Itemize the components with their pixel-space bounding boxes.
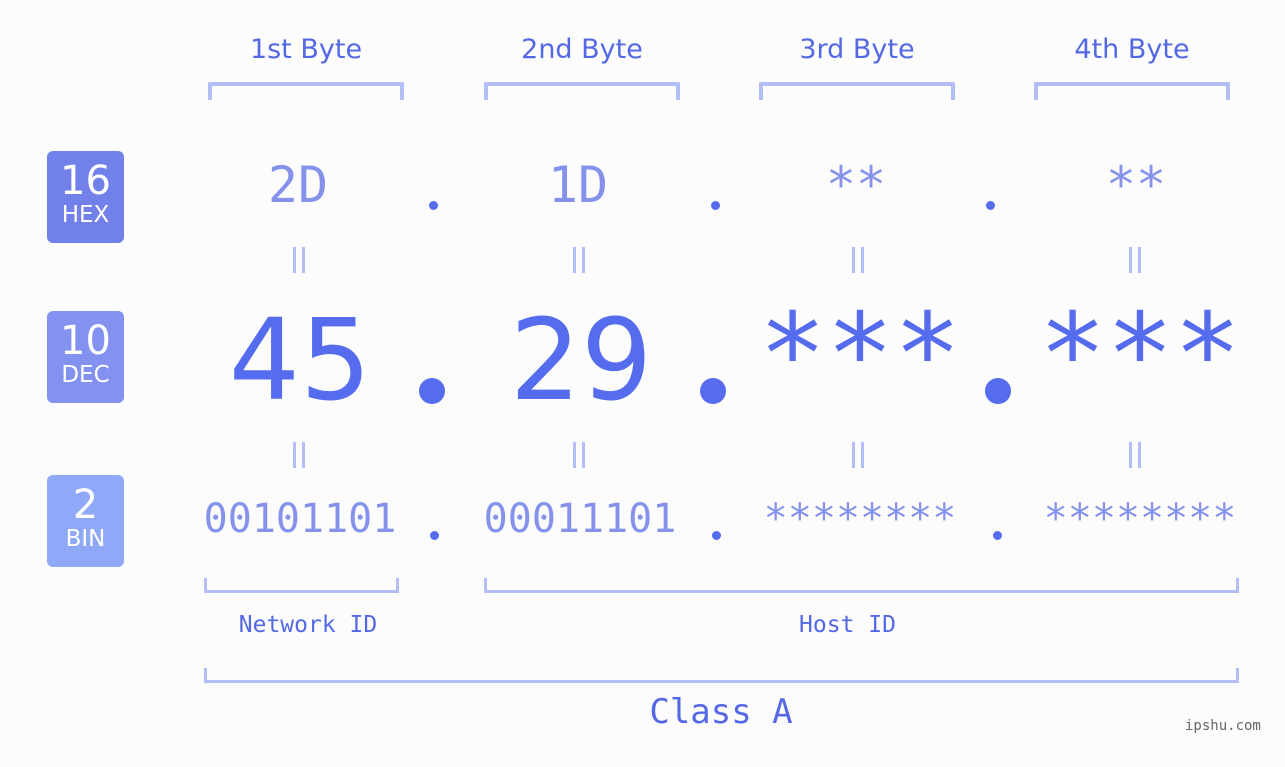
- network-id-label: Network ID: [238, 612, 378, 638]
- bin-byte-3: ********: [763, 496, 957, 542]
- equals-icon: [292, 442, 306, 468]
- dec-byte-3: ***: [758, 290, 962, 420]
- equals-icon: [1128, 247, 1142, 273]
- equals-icon: [572, 442, 586, 468]
- equals-icon: [1128, 442, 1142, 468]
- bin-byte-2: 00011101: [483, 496, 677, 542]
- equals-icon: [572, 247, 586, 273]
- bracket-byte-1: [208, 82, 404, 100]
- bin-dot-2: [712, 531, 721, 540]
- bracket-byte-3: [759, 82, 955, 100]
- watermark: ipshu.com: [1185, 718, 1261, 734]
- class-bracket: [204, 668, 1239, 683]
- bin-dot-3: [993, 531, 1002, 540]
- hex-dot-2: [711, 201, 720, 210]
- badge-hex-number: 16: [60, 158, 111, 204]
- dec-dot-2: [700, 378, 726, 404]
- bin-byte-1: 00101101: [203, 496, 397, 542]
- dec-byte-1: 45: [228, 296, 372, 426]
- host-id-bracket: [484, 578, 1239, 593]
- badge-bin-number: 2: [72, 482, 99, 528]
- host-id-label: Host ID: [799, 612, 896, 638]
- badge-bin: 2 BIN: [47, 475, 124, 567]
- hex-byte-3: **: [825, 156, 887, 214]
- network-id-bracket: [204, 578, 399, 593]
- dec-dot-1: [419, 378, 445, 404]
- badge-dec: 10 DEC: [47, 311, 124, 403]
- hex-byte-2: 1D: [547, 156, 609, 214]
- hex-byte-4: **: [1105, 156, 1167, 214]
- class-label: Class A: [649, 692, 793, 732]
- dec-dot-3: [985, 378, 1011, 404]
- equals-icon: [851, 442, 865, 468]
- badge-hex: 16 HEX: [47, 151, 124, 243]
- equals-icon: [851, 247, 865, 273]
- badge-bin-label: BIN: [65, 526, 106, 552]
- hex-byte-1: 2D: [267, 156, 329, 214]
- hex-dot-1: [429, 201, 438, 210]
- bin-dot-1: [430, 531, 439, 540]
- bracket-byte-4: [1034, 82, 1230, 100]
- header-byte-3: 3rd Byte: [799, 34, 915, 65]
- dec-byte-4: ***: [1038, 290, 1242, 420]
- bin-byte-4: ********: [1043, 496, 1237, 542]
- header-byte-1: 1st Byte: [249, 34, 363, 65]
- header-byte-2: 2nd Byte: [521, 34, 643, 65]
- dec-byte-2: 29: [509, 296, 653, 426]
- equals-icon: [292, 247, 306, 273]
- badge-hex-label: HEX: [61, 202, 110, 228]
- header-byte-4: 4th Byte: [1074, 34, 1190, 65]
- badge-dec-number: 10: [60, 318, 111, 364]
- bracket-byte-2: [484, 82, 680, 100]
- hex-dot-3: [986, 201, 995, 210]
- badge-dec-label: DEC: [61, 362, 110, 388]
